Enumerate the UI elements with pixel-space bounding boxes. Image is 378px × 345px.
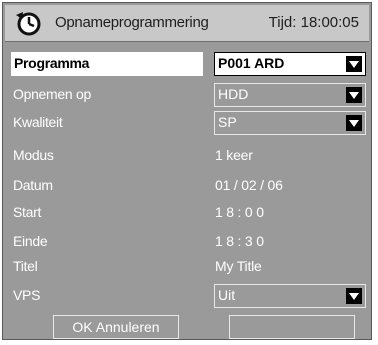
kwaliteit-value: SP — [218, 114, 237, 130]
titel-value[interactable]: My Title — [215, 258, 262, 274]
row-programma: Programma P001 ARD — [11, 52, 366, 76]
dropdown-arrow-icon[interactable] — [346, 115, 362, 131]
row-kwaliteit: Kwaliteit SP — [11, 111, 366, 135]
titel-label: Titel — [13, 258, 38, 274]
einde-label: Einde — [13, 233, 48, 249]
row-titel: Titel My Title — [11, 255, 363, 279]
datum-value[interactable]: 01 / 02 / 06 — [215, 177, 283, 193]
start-label: Start — [13, 204, 42, 220]
title-bar: Opnameprogrammering Tijd: 18:00:05 — [5, 5, 369, 42]
modus-value[interactable]: 1 keer — [215, 147, 253, 163]
vps-select[interactable]: Uit — [214, 284, 366, 308]
einde-value[interactable]: 1 8 : 3 0 — [215, 233, 264, 249]
dialog-title: Opnameprogrammering — [55, 14, 209, 31]
dropdown-arrow-icon[interactable] — [346, 56, 362, 72]
dropdown-arrow-icon[interactable] — [346, 288, 362, 304]
programma-value: P001 ARD — [218, 55, 285, 71]
kwaliteit-select[interactable]: SP — [214, 111, 366, 135]
datum-label: Datum — [13, 177, 53, 193]
opnemen-op-select[interactable]: HDD — [214, 83, 366, 107]
row-opnemen-op: Opnemen op HDD — [11, 83, 366, 107]
programma-label[interactable]: Programma — [11, 52, 203, 76]
row-modus: Modus 1 keer — [11, 144, 363, 168]
opnemen-op-value: HDD — [218, 86, 249, 102]
start-value[interactable]: 1 8 : 0 0 — [215, 204, 264, 220]
recording-timer-icon — [16, 12, 41, 36]
vps-value: Uit — [218, 287, 236, 303]
row-einde: Einde 1 8 : 3 0 — [11, 230, 363, 254]
kwaliteit-label: Kwaliteit — [13, 114, 63, 130]
opnemen-op-label: Opnemen op — [13, 86, 91, 102]
row-datum: Datum 01 / 02 / 06 — [11, 174, 363, 198]
vps-label: VPS — [13, 287, 41, 303]
recording-dialog: Opnameprogrammering Tijd: 18:00:05 Progr… — [2, 2, 372, 340]
ok-cancel-button[interactable]: OK Annuleren — [53, 315, 179, 339]
current-time: Tijd: 18:00:05 — [268, 14, 359, 31]
programma-select[interactable]: P001 ARD — [214, 52, 366, 76]
dropdown-arrow-icon[interactable] — [346, 87, 362, 103]
blank-button[interactable] — [229, 315, 355, 339]
row-start: Start 1 8 : 0 0 — [11, 201, 363, 225]
row-vps: VPS Uit — [11, 284, 366, 308]
modus-label: Modus — [13, 147, 54, 163]
